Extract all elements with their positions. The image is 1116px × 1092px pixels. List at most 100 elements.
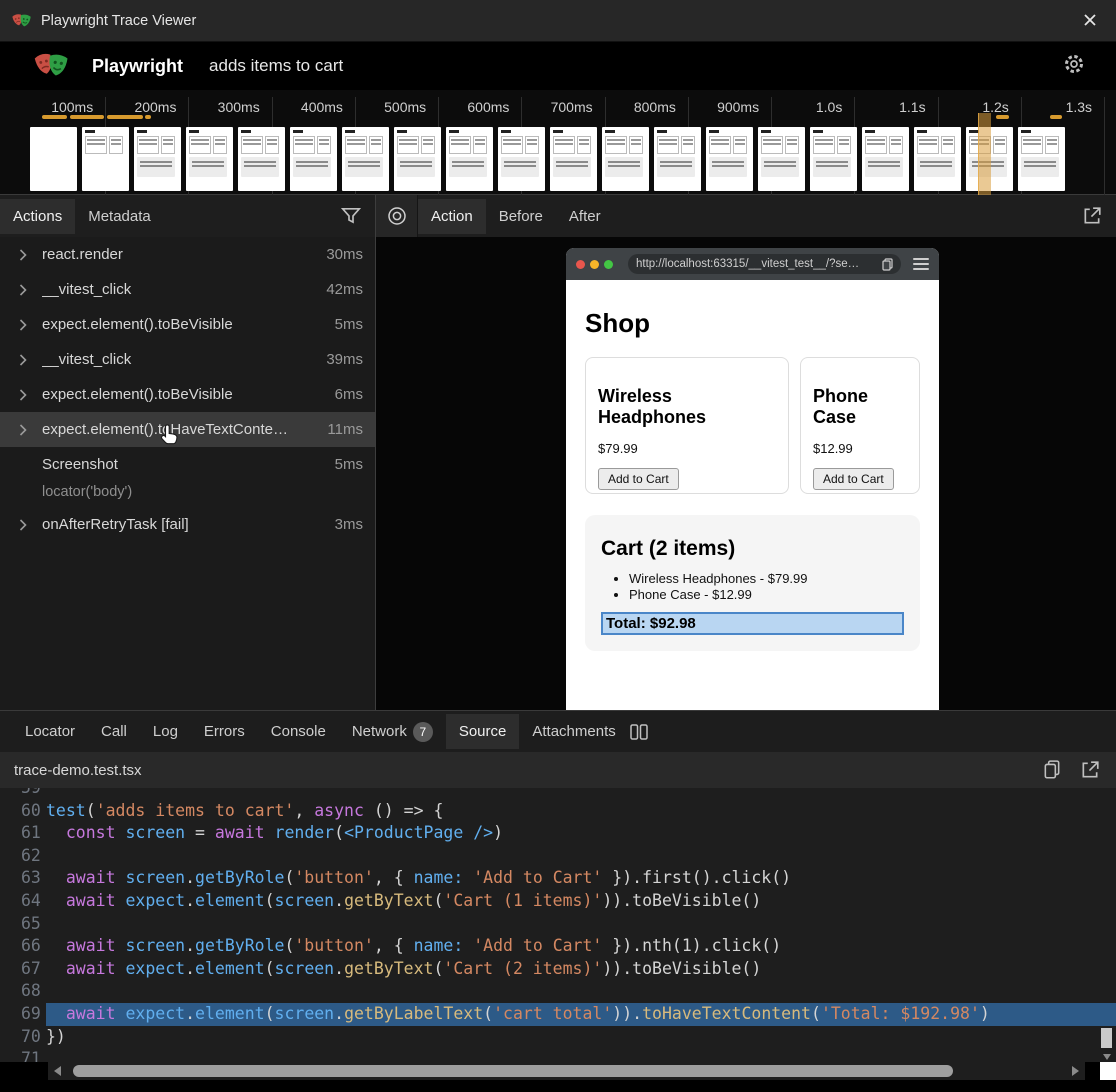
chevron-right-icon[interactable]: [16, 354, 30, 366]
chevron-right-icon[interactable]: [16, 424, 30, 436]
tab-after[interactable]: After: [556, 199, 614, 234]
filter-icon[interactable]: [341, 206, 361, 226]
tab-action[interactable]: Action: [418, 199, 486, 234]
tab-actions[interactable]: Actions: [0, 199, 75, 234]
filmstrip-thumbnail[interactable]: [498, 127, 545, 191]
line-number: 59: [0, 788, 46, 800]
shop-heading: Shop: [585, 308, 920, 339]
filmstrip-thumbnail[interactable]: [810, 127, 857, 191]
page-url: http://localhost:63315/__vitest_test__/?…: [636, 258, 882, 270]
bottom-strip: [0, 1080, 1116, 1092]
chevron-right-icon[interactable]: [16, 319, 30, 331]
tab-before[interactable]: Before: [486, 199, 556, 234]
browser-menu-icon[interactable]: [913, 258, 929, 270]
filmstrip-thumbnail[interactable]: [30, 127, 77, 191]
chevron-right-icon[interactable]: [16, 519, 30, 531]
source-vertical-scrollbar[interactable]: [1100, 788, 1114, 1062]
action-row[interactable]: onAfterRetryTask [fail]3ms: [0, 507, 375, 542]
browser-chrome: http://localhost:63315/__vitest_test__/?…: [566, 248, 939, 280]
actions-panel: ActionsMetadata react.render30ms__vitest…: [0, 195, 376, 710]
action-name: __vitest_click: [42, 281, 318, 298]
tab-log[interactable]: Log: [140, 714, 191, 749]
hscroll-left-arrow[interactable]: [54, 1066, 61, 1076]
source-horizontal-scrollbar[interactable]: [48, 1062, 1085, 1080]
source-filename: trace-demo.test.tsx: [14, 762, 1042, 779]
timeline-action-bar: [42, 115, 67, 119]
filmstrip-thumbnail[interactable]: [914, 127, 961, 191]
copy-url-icon[interactable]: [882, 258, 893, 271]
action-name: Screenshot: [42, 456, 327, 473]
source-line: 62: [0, 845, 1116, 868]
action-duration: 3ms: [335, 516, 363, 533]
filmstrip-thumbnail[interactable]: [290, 127, 337, 191]
filmstrip-thumbnail[interactable]: [550, 127, 597, 191]
tab-network[interactable]: Network7: [339, 713, 446, 751]
filmstrip-thumbnail[interactable]: [654, 127, 701, 191]
address-bar[interactable]: http://localhost:63315/__vitest_test__/?…: [628, 254, 901, 274]
filmstrip-thumbnail[interactable]: [1018, 127, 1065, 191]
line-code: [46, 913, 1116, 936]
line-number: 69: [0, 1003, 46, 1026]
vscroll-thumb[interactable]: [1101, 1028, 1112, 1048]
source-line: 71: [0, 1048, 1116, 1062]
timeline-action-bar: [107, 115, 143, 119]
tab-source[interactable]: Source: [446, 714, 520, 749]
close-icon[interactable]: [1082, 12, 1098, 28]
action-row[interactable]: expect.element().toBeVisible6ms: [0, 377, 375, 412]
chevron-right-icon[interactable]: [16, 249, 30, 261]
filmstrip[interactable]: [30, 127, 1065, 191]
filmstrip-thumbnail[interactable]: [862, 127, 909, 191]
filmstrip-thumbnail[interactable]: [134, 127, 181, 191]
tab-call[interactable]: Call: [88, 714, 140, 749]
open-snapshot-external-icon[interactable]: [1082, 206, 1102, 226]
action-duration: 42ms: [326, 281, 363, 298]
filmstrip-thumbnail[interactable]: [238, 127, 285, 191]
filmstrip-thumbnail[interactable]: [758, 127, 805, 191]
add-to-cart-button[interactable]: Add to Cart: [598, 468, 679, 490]
cart-item: Wireless Headphones - $79.99: [629, 571, 904, 586]
hscroll-thumb[interactable]: [73, 1065, 953, 1077]
chevron-right-icon[interactable]: [16, 284, 30, 296]
cart-items-list: Wireless Headphones - $79.99Phone Case -…: [601, 571, 904, 602]
filmstrip-thumbnail[interactable]: [394, 127, 441, 191]
source-line: 67 await expect.element(screen.getByText…: [0, 958, 1116, 981]
tab-metadata[interactable]: Metadata: [75, 199, 164, 234]
add-to-cart-button[interactable]: Add to Cart: [813, 468, 894, 490]
pick-locator-button[interactable]: [376, 195, 418, 237]
settings-gear-icon[interactable]: [1062, 52, 1086, 76]
action-row[interactable]: expect.element().toBeVisible5ms: [0, 307, 375, 342]
filmstrip-thumbnail[interactable]: [186, 127, 233, 191]
filmstrip-thumbnail[interactable]: [602, 127, 649, 191]
action-row[interactable]: react.render30ms: [0, 237, 375, 272]
timeline-playhead[interactable]: [978, 113, 991, 195]
filmstrip-thumbnail[interactable]: [446, 127, 493, 191]
action-row[interactable]: expect.element().toHaveTextConte…11ms: [0, 412, 375, 447]
tab-locator[interactable]: Locator: [12, 714, 88, 749]
action-row[interactable]: __vitest_click39ms: [0, 342, 375, 377]
hscroll-right-arrow[interactable]: [1072, 1066, 1079, 1076]
tab-errors[interactable]: Errors: [191, 714, 258, 749]
line-number: 71: [0, 1048, 46, 1062]
split-view-icon[interactable]: [629, 722, 649, 742]
filmstrip-thumbnail[interactable]: [706, 127, 753, 191]
action-duration: 5ms: [335, 456, 363, 473]
action-row[interactable]: __vitest_click 42ms: [0, 272, 375, 307]
vscroll-down-arrow[interactable]: [1103, 1054, 1111, 1060]
open-source-external-icon[interactable]: [1080, 760, 1100, 780]
product-price: $12.99: [813, 441, 907, 456]
chevron-right-icon[interactable]: [16, 389, 30, 401]
tab-console[interactable]: Console: [258, 714, 339, 749]
tab-attachments[interactable]: Attachments: [519, 714, 628, 749]
cart-section: Cart (2 items) Wireless Headphones - $79…: [585, 515, 920, 651]
timeline-action-bar: [1050, 115, 1062, 119]
action-duration: 30ms: [326, 246, 363, 263]
filmstrip-thumbnail[interactable]: [342, 127, 389, 191]
timeline[interactable]: 100ms200ms300ms400ms500ms600ms700ms800ms…: [0, 90, 1116, 195]
network-count-badge: 7: [413, 722, 433, 742]
action-row[interactable]: Screenshot 5ms: [0, 447, 375, 482]
product-card: Wireless Headphones$79.99Add to Cart: [585, 357, 789, 494]
filmstrip-thumbnail[interactable]: [82, 127, 129, 191]
copy-source-icon[interactable]: [1042, 760, 1062, 780]
scrollbar-corner: [1100, 1062, 1116, 1080]
line-number: 60: [0, 800, 46, 823]
